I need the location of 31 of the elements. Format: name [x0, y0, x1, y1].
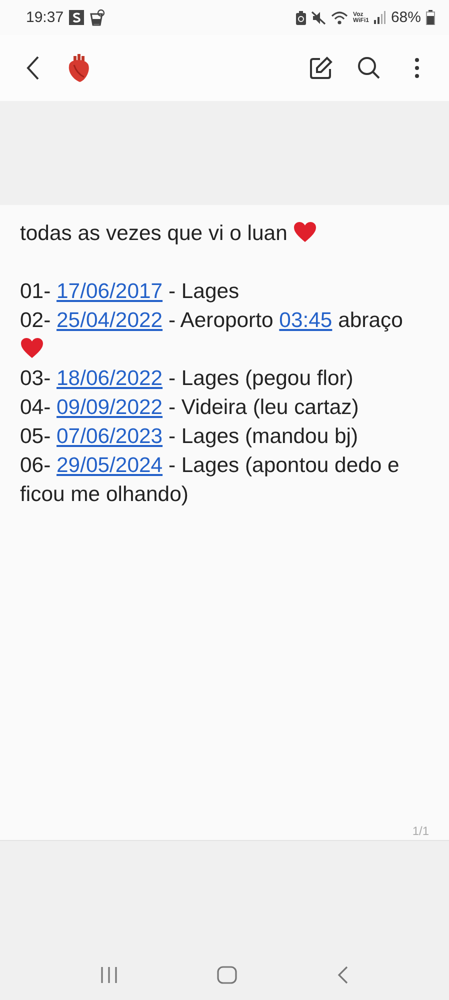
heart-icon	[20, 337, 44, 359]
battery-percent: 68%	[390, 9, 421, 26]
cup-icon	[88, 9, 105, 26]
date-link[interactable]: 18/06/2022	[56, 367, 163, 390]
page-counter: 1/1	[412, 824, 429, 840]
date-link[interactable]: 09/09/2022	[56, 396, 163, 419]
note-line: 04- 09/09/2022 - Videira (leu cartaz)	[20, 395, 360, 421]
home-icon[interactable]	[217, 966, 238, 984]
note-line: 03- 18/06/2022 - Lages (pegou flor)	[20, 366, 354, 392]
note-line: 06- 29/05/2024 - Lages (apontou dedo e ficou me olhando)	[20, 453, 400, 508]
back-icon[interactable]	[26, 56, 40, 80]
app-icon	[68, 10, 84, 25]
signal-icon	[374, 11, 386, 24]
date-link[interactable]: 29/05/2024	[56, 454, 163, 477]
battery-saver-icon	[296, 10, 306, 24]
note-line: 01- 17/06/2017 - Lages	[20, 279, 240, 305]
note-line: 05- 07/06/2023 - Lages (mandou bj)	[20, 424, 360, 450]
edit-icon[interactable]	[309, 56, 333, 80]
mute-icon	[311, 10, 326, 24]
date-link[interactable]: 07/06/2023	[56, 425, 163, 448]
battery-icon	[426, 10, 435, 25]
heart-icon	[293, 221, 318, 243]
clock: 19:37	[26, 9, 64, 26]
note-line: todas as vezes que vi o luan	[20, 219, 429, 248]
wifi-icon	[331, 10, 348, 24]
heart-organ-icon	[66, 53, 92, 83]
date-link[interactable]: 03:45	[279, 309, 332, 332]
date-link[interactable]: 25/04/2022	[56, 309, 163, 332]
note-line: 02- 25/04/2022 - Aeroporto 03:45 abraço	[20, 306, 429, 364]
date-link[interactable]: 17/06/2017	[56, 280, 163, 303]
recent-apps-icon[interactable]	[99, 966, 120, 984]
